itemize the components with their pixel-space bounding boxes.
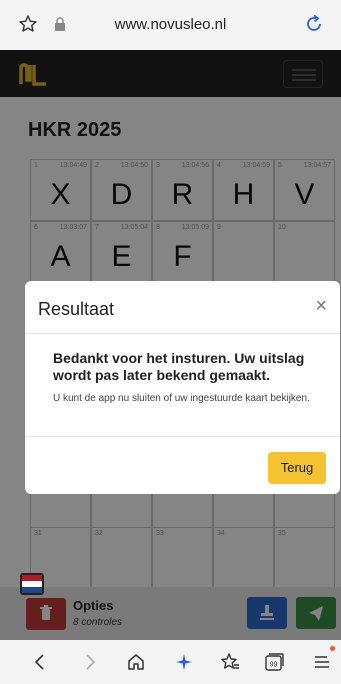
modal-title: Resultaat	[38, 299, 115, 319]
modal-footer: Terug	[25, 436, 340, 494]
language-flag-icon[interactable]	[20, 573, 44, 595]
modal-header: Resultaat ×	[25, 281, 340, 334]
browser-address-bar: www.novusleo.nl	[0, 0, 341, 50]
reload-icon[interactable]	[303, 13, 325, 35]
menu-icon[interactable]	[310, 650, 334, 674]
notification-dot	[330, 646, 335, 651]
back-icon[interactable]	[28, 650, 52, 674]
close-icon[interactable]: ×	[315, 295, 327, 318]
sparkle-icon[interactable]	[172, 650, 196, 674]
modal-message: U kunt de app nu sluiten of uw ingestuur…	[53, 393, 310, 404]
modal-message-bold: Bedankt voor het insturen. Uw uitslag wo…	[53, 350, 305, 383]
browser-nav-bar: 99	[0, 640, 341, 684]
back-button[interactable]: Terug	[268, 452, 326, 484]
favorites-icon[interactable]	[218, 650, 242, 674]
home-icon[interactable]	[124, 650, 148, 674]
forward-icon[interactable]	[78, 650, 102, 674]
result-modal: Resultaat × Bedankt voor het insturen. U…	[25, 281, 340, 494]
modal-body: Bedankt voor het insturen. Uw uitslag wo…	[25, 334, 340, 437]
tabs-count: 99	[270, 662, 278, 669]
url-field[interactable]: www.novusleo.nl	[0, 16, 341, 33]
tabs-icon[interactable]: 99	[262, 650, 286, 674]
